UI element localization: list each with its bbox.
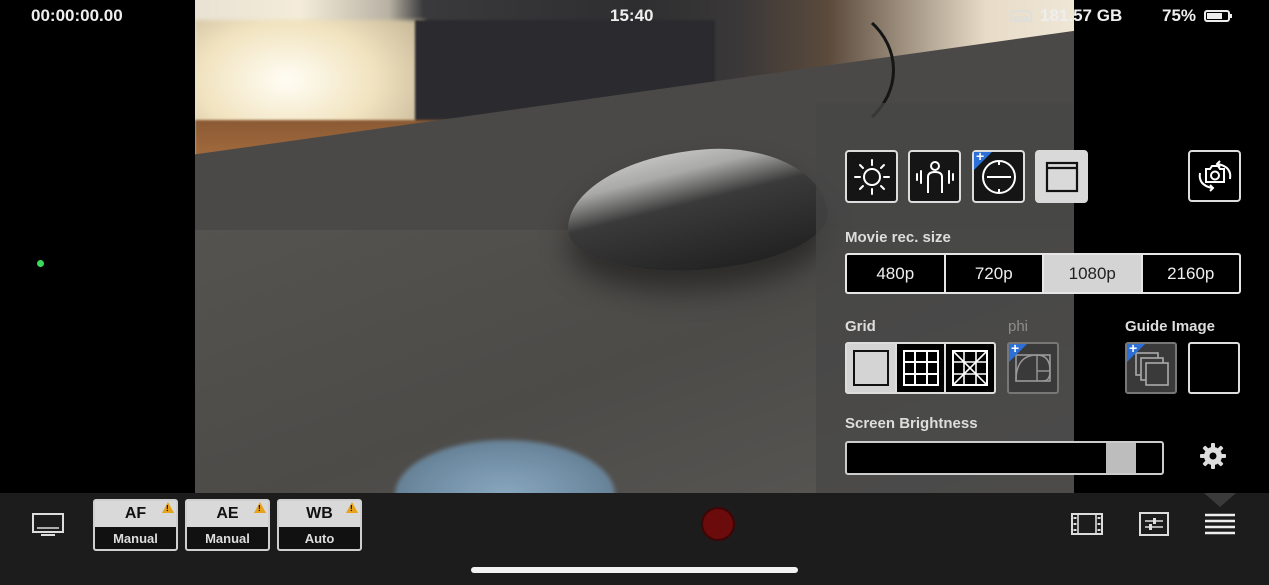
- warning-icon: [162, 502, 174, 513]
- movie-size-720p[interactable]: 720p: [946, 255, 1044, 292]
- movie-size-1080p[interactable]: 1080p: [1044, 255, 1143, 292]
- exposure-button[interactable]: [845, 150, 898, 203]
- phi-grid-button[interactable]: [1007, 340, 1059, 394]
- movie-size-480p[interactable]: 480p: [847, 255, 946, 292]
- frame-guide-button[interactable]: [1035, 150, 1088, 203]
- movie-size-label: Movie rec. size: [845, 229, 951, 246]
- sun-icon: [853, 158, 890, 195]
- timer-button[interactable]: [972, 148, 1025, 203]
- grid-selector: [845, 342, 996, 394]
- stabilization-icon: [915, 160, 954, 193]
- warning-icon: [254, 502, 266, 513]
- storage-indicator: 181.57 GB: [1010, 6, 1122, 26]
- guide-image-label: Guide Image: [1125, 318, 1216, 335]
- screen-brightness-label: Screen Brightness: [845, 415, 978, 432]
- frame-icon: [1045, 161, 1078, 192]
- movie-size-2160p[interactable]: 2160p: [1143, 255, 1240, 292]
- warning-icon: [346, 502, 358, 513]
- movie-size-selector: 480p 720p 1080p 2160p: [845, 253, 1241, 294]
- af-title: AF: [124, 505, 147, 522]
- timer-icon: [981, 159, 1016, 194]
- af-mode-button[interactable]: AF Manual: [93, 499, 178, 551]
- focus-point-indicator: [37, 260, 44, 267]
- screen-brightness-slider[interactable]: [845, 441, 1164, 475]
- grid-3x3-option[interactable]: [897, 344, 947, 392]
- battery-indicator: 75%: [1162, 6, 1233, 26]
- grid-label: Grid: [845, 318, 876, 335]
- battery-level-fill: [1207, 13, 1223, 19]
- phi-label: phi: [1008, 318, 1029, 335]
- ae-value: Manual: [187, 527, 268, 549]
- record-button[interactable]: [701, 507, 735, 541]
- monitor-icon[interactable]: [31, 511, 65, 537]
- wb-mode-button[interactable]: WB Auto: [277, 499, 362, 551]
- screen-brightness-knob[interactable]: [1106, 443, 1136, 473]
- ae-mode-button[interactable]: AE Manual: [185, 499, 270, 551]
- adjustments-icon[interactable]: [1137, 511, 1171, 537]
- grid-diagonal-option[interactable]: [946, 344, 994, 392]
- golden-ratio-icon: [1015, 354, 1051, 382]
- settings-button[interactable]: [1198, 441, 1228, 471]
- menu-icon[interactable]: [1203, 511, 1237, 537]
- battery-percent: 75%: [1162, 6, 1197, 25]
- grid-3x3-icon: [902, 350, 939, 386]
- battery-icon: [1204, 10, 1233, 22]
- flip-camera-button[interactable]: [1188, 150, 1241, 202]
- panel-pointer: [1204, 493, 1236, 507]
- film-icon[interactable]: [1070, 511, 1104, 537]
- timecode: 00:00:00.00: [31, 6, 123, 25]
- storage-card-icon: [1010, 10, 1032, 22]
- gear-icon: [1200, 443, 1226, 469]
- wb-value: Auto: [279, 527, 360, 549]
- guide-image-add-button[interactable]: [1125, 340, 1177, 394]
- stabilization-button[interactable]: [908, 150, 961, 203]
- af-value: Manual: [95, 527, 176, 549]
- stacked-images-icon: [1135, 352, 1169, 386]
- wb-title: WB: [306, 505, 333, 522]
- grid-none-option[interactable]: [847, 344, 897, 392]
- storage-value: 181.57 GB: [1040, 6, 1123, 25]
- guide-image-slot[interactable]: [1188, 342, 1240, 394]
- clock: 15:40: [610, 6, 654, 25]
- home-indicator[interactable]: [471, 567, 798, 573]
- grid-none-icon: [852, 350, 889, 386]
- camera-rotate-icon: [1198, 160, 1231, 192]
- ae-title: AE: [216, 505, 239, 522]
- grid-diagonal-icon: [952, 350, 989, 386]
